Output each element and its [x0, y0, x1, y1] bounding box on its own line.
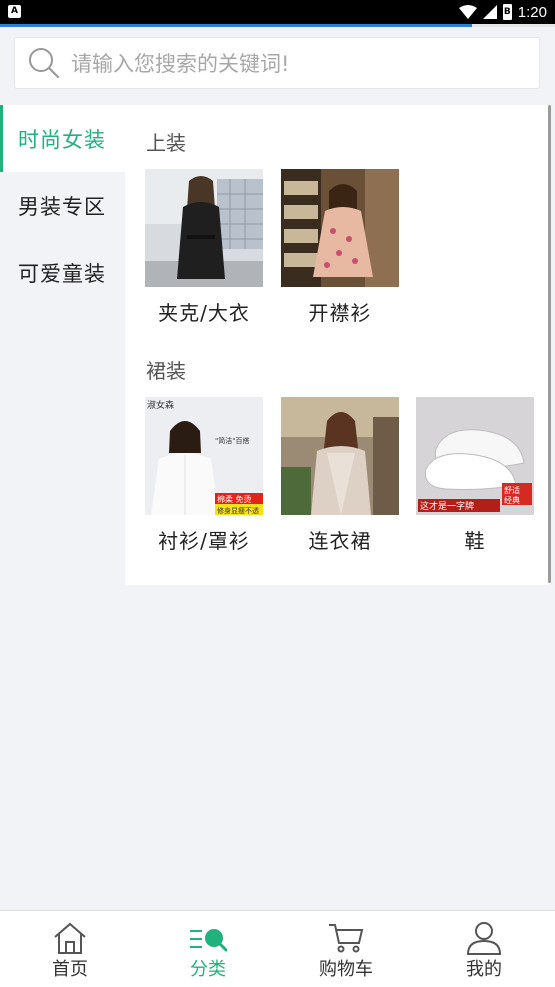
tab-category[interactable]: 分类	[158, 911, 258, 987]
section-title-tops: 上装	[146, 131, 186, 155]
shoes-thumbnail: 舒适 经典 这才是一字牌	[416, 397, 534, 515]
search-placeholder: 请输入您搜索的关键词!	[71, 52, 290, 76]
tab-label: 首页	[52, 959, 88, 980]
tab-cart[interactable]: 购物车	[296, 911, 396, 987]
shoes-banner-text: 这才是一字牌	[420, 500, 474, 512]
shirt-overlay-text: "简洁"百搭	[215, 436, 249, 445]
category-icon	[190, 929, 227, 952]
sidebar-item-label: 可爱童装	[18, 261, 106, 286]
shoes-tag-bottom: 经典	[504, 495, 520, 505]
user-icon	[466, 922, 502, 955]
category-item-shoes[interactable]: 舒适 经典 这才是一字牌 鞋	[415, 397, 535, 554]
shirt-brand-tag: 淑女森	[147, 399, 174, 411]
coat-thumbnail	[145, 169, 263, 287]
bottom-tab-bar: 首页 分类 购物车 我的	[0, 910, 555, 987]
tab-profile[interactable]: 我的	[434, 911, 534, 987]
tab-home[interactable]: 首页	[20, 911, 120, 987]
category-item-dress[interactable]: 连衣裙	[280, 397, 400, 554]
tab-label: 我的	[466, 959, 502, 980]
item-label: 连衣裙	[308, 529, 372, 553]
shirt-thumbnail: 淑女森 "简洁"百搭 棉柔 免烫 修身显瘦不透	[145, 397, 263, 515]
cart-icon	[329, 924, 364, 953]
status-bar: A B 1:20	[0, 0, 555, 24]
search-area: 请输入您搜索的关键词!	[0, 27, 555, 103]
app-notification-icon: A	[8, 5, 21, 18]
category-sidebar: 时尚女装 男装专区 可爱童装	[0, 105, 125, 306]
status-indicators: B 1:20	[458, 2, 547, 22]
sidebar-item-kids[interactable]: 可爱童装	[0, 239, 125, 306]
category-main: 时尚女装 男装专区 可爱童装 上装 夹克/大衣 开襟衫 裙装 淑女森 "简洁"百…	[0, 105, 555, 910]
item-label: 开襟衫	[308, 301, 372, 325]
section-title-dresses: 裙装	[146, 359, 186, 383]
signal-icon	[482, 5, 497, 19]
search-icon	[29, 48, 60, 79]
tab-label: 购物车	[319, 959, 373, 980]
tab-label: 分类	[190, 959, 226, 980]
wifi-icon	[458, 5, 477, 19]
category-content: 上装 夹克/大衣 开襟衫 裙装 淑女森 "简洁"百搭 棉柔 免烫 修身显瘦不透 …	[125, 105, 549, 585]
shirt-promo-sub-text: 修身显瘦不透	[217, 506, 259, 515]
item-label: 夹克/大衣	[158, 301, 250, 325]
dress-thumbnail	[281, 397, 399, 515]
search-input[interactable]: 请输入您搜索的关键词!	[14, 37, 540, 89]
cardigan-thumbnail	[281, 169, 399, 287]
item-label: 衬衫/罩衫	[158, 529, 250, 553]
content-scrollbar[interactable]	[548, 105, 551, 583]
sidebar-item-women[interactable]: 时尚女装	[0, 105, 125, 172]
sidebar-item-label: 男装专区	[18, 194, 106, 219]
home-icon	[54, 922, 86, 954]
category-item-shirt[interactable]: 淑女森 "简洁"百搭 棉柔 免烫 修身显瘦不透 衬衫/罩衫	[144, 397, 264, 554]
item-label: 鞋	[464, 529, 486, 553]
battery-icon: B	[502, 4, 512, 20]
shirt-promo-text: 棉柔 免烫	[217, 494, 252, 504]
category-item-coat[interactable]: 夹克/大衣	[144, 169, 264, 326]
category-item-cardigan[interactable]: 开襟衫	[280, 169, 400, 326]
status-time: 1:20	[517, 3, 547, 21]
sidebar-item-label: 时尚女装	[18, 127, 106, 152]
shoes-tag-top: 舒适	[504, 485, 520, 495]
sidebar-item-men[interactable]: 男装专区	[0, 172, 125, 239]
